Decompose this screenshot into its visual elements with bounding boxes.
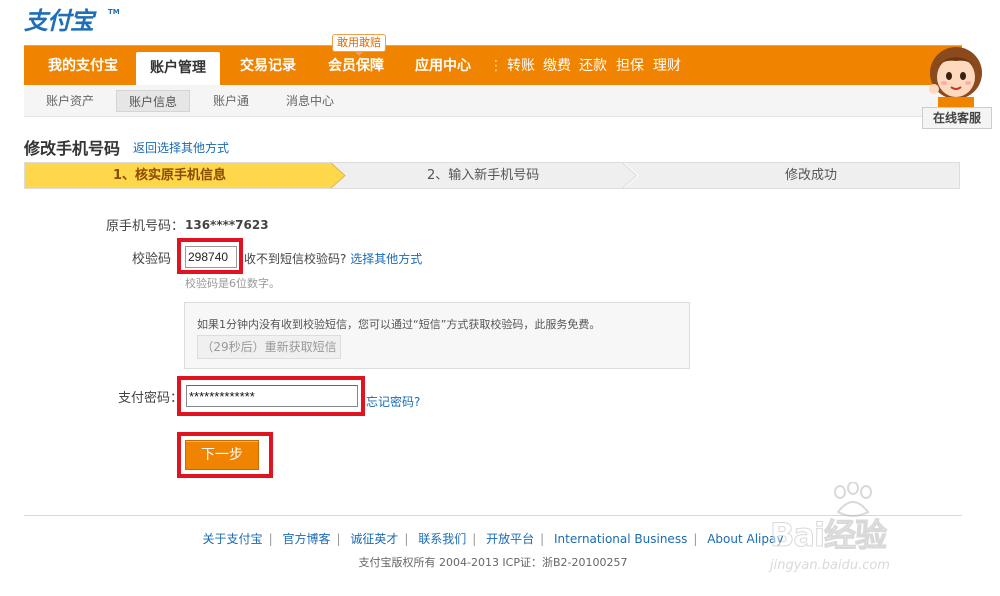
footer-official-blog[interactable]: 官方博客 xyxy=(282,532,330,546)
original-phone-value: 136****7623 xyxy=(185,218,269,232)
nav-account-management[interactable]: 账户管理 xyxy=(136,52,220,86)
forgot-password-link[interactable]: 忘记密码? xyxy=(366,393,420,410)
nav-quick-repayment[interactable]: 还款 xyxy=(579,46,607,86)
subnav-message-center[interactable]: 消息中心 xyxy=(274,90,346,112)
watermark-brand: Bai经验 xyxy=(770,516,888,555)
footer-careers[interactable]: 诚征英才 xyxy=(350,532,398,546)
nav-quick-finance[interactable]: 理财 xyxy=(653,46,681,86)
footer-separator: | xyxy=(404,532,409,546)
back-choose-other-link[interactable]: 返回选择其他方式 xyxy=(133,139,229,156)
step-2-enter-new: 2、输入新手机号码 xyxy=(427,168,540,183)
alipay-logo[interactable]: 支付宝 TM xyxy=(24,6,124,36)
sms-info-box: 如果1分钟内没有收到校验短信，您可以通过“短信”方式获取校验码，此服务免费。 （… xyxy=(184,302,690,369)
footer-open-platform[interactable]: 开放平台 xyxy=(486,532,534,546)
online-service-label[interactable]: 在线客服 xyxy=(922,107,992,129)
step-1-verify-original: 1、核实原手机信息 xyxy=(113,168,227,183)
footer-separator: | xyxy=(693,532,698,546)
page-title: 修改手机号码 xyxy=(24,139,121,158)
footer-international-business[interactable]: International Business xyxy=(554,532,687,546)
logo-trademark: TM xyxy=(108,8,120,16)
no-code-text: 收不到短信校验码? xyxy=(244,252,347,266)
service-avatar-icon xyxy=(929,47,982,107)
sms-info-text: 如果1分钟内没有收到校验短信，您可以通过“短信”方式获取校验码，此服务免费。 xyxy=(197,318,601,331)
progress-steps: 1、核实原手机信息 2、输入新手机号码 修改成功 xyxy=(24,162,960,189)
payment-password-label: 支付密码： xyxy=(118,391,184,406)
baidu-jingyan-watermark: Bai经验 jingyan.baidu.com xyxy=(768,482,988,582)
nav-transaction-records[interactable]: 交易记录 xyxy=(240,46,296,86)
footer-about-alipay[interactable]: 关于支付宝 xyxy=(203,532,263,546)
online-customer-service[interactable]: 在线客服 xyxy=(922,45,992,129)
original-phone-label: 原手机号码： xyxy=(106,219,185,234)
subnav-account-link[interactable]: 账户通 xyxy=(201,90,261,112)
no-code-hint: 收不到短信校验码? 选择其他方式 xyxy=(244,250,422,267)
nav-quick-guarantee[interactable]: 担保 xyxy=(616,46,644,86)
subnav-account-assets[interactable]: 账户资产 xyxy=(34,90,106,112)
main-nav: 我的支付宝 账户管理 交易记录 会员保障 应用中心 ⋮ 转账 缴费 还款 担保 … xyxy=(24,45,962,86)
footer-separator: | xyxy=(268,532,273,546)
payment-password-input[interactable] xyxy=(186,385,358,407)
subnav-account-info[interactable]: 账户信息 xyxy=(116,90,191,112)
nav-app-center[interactable]: 应用中心 xyxy=(415,46,471,86)
nav-quick-bill-payment[interactable]: 缴费 xyxy=(543,46,571,86)
footer-contact-us[interactable]: 联系我们 xyxy=(418,532,466,546)
step-3-success: 修改成功 xyxy=(785,168,838,183)
watermark-url: jingyan.baidu.com xyxy=(770,558,890,573)
code-format-hint: 校验码是6位数字。 xyxy=(185,277,280,290)
footer-separator: | xyxy=(540,532,545,546)
verification-code-input[interactable] xyxy=(185,246,237,268)
logo-text: 支付宝 xyxy=(24,7,94,35)
sub-nav: 账户资产 账户信息 账户通 消息中心 xyxy=(24,85,962,117)
nav-quick-transfer[interactable]: 转账 xyxy=(507,46,535,86)
next-step-button[interactable]: 下一步 xyxy=(185,440,259,470)
promo-badge: 敢用敢赔 xyxy=(332,34,386,56)
resend-sms-button[interactable]: （29秒后）重新获取短信 xyxy=(197,335,341,359)
nav-divider-icon: ⋮ xyxy=(489,58,503,74)
nav-my-alipay[interactable]: 我的支付宝 xyxy=(48,46,118,86)
choose-other-method-link[interactable]: 选择其他方式 xyxy=(350,252,422,266)
footer-separator: | xyxy=(336,532,341,546)
code-label: 校验码 xyxy=(132,252,172,267)
footer-separator: | xyxy=(472,532,477,546)
